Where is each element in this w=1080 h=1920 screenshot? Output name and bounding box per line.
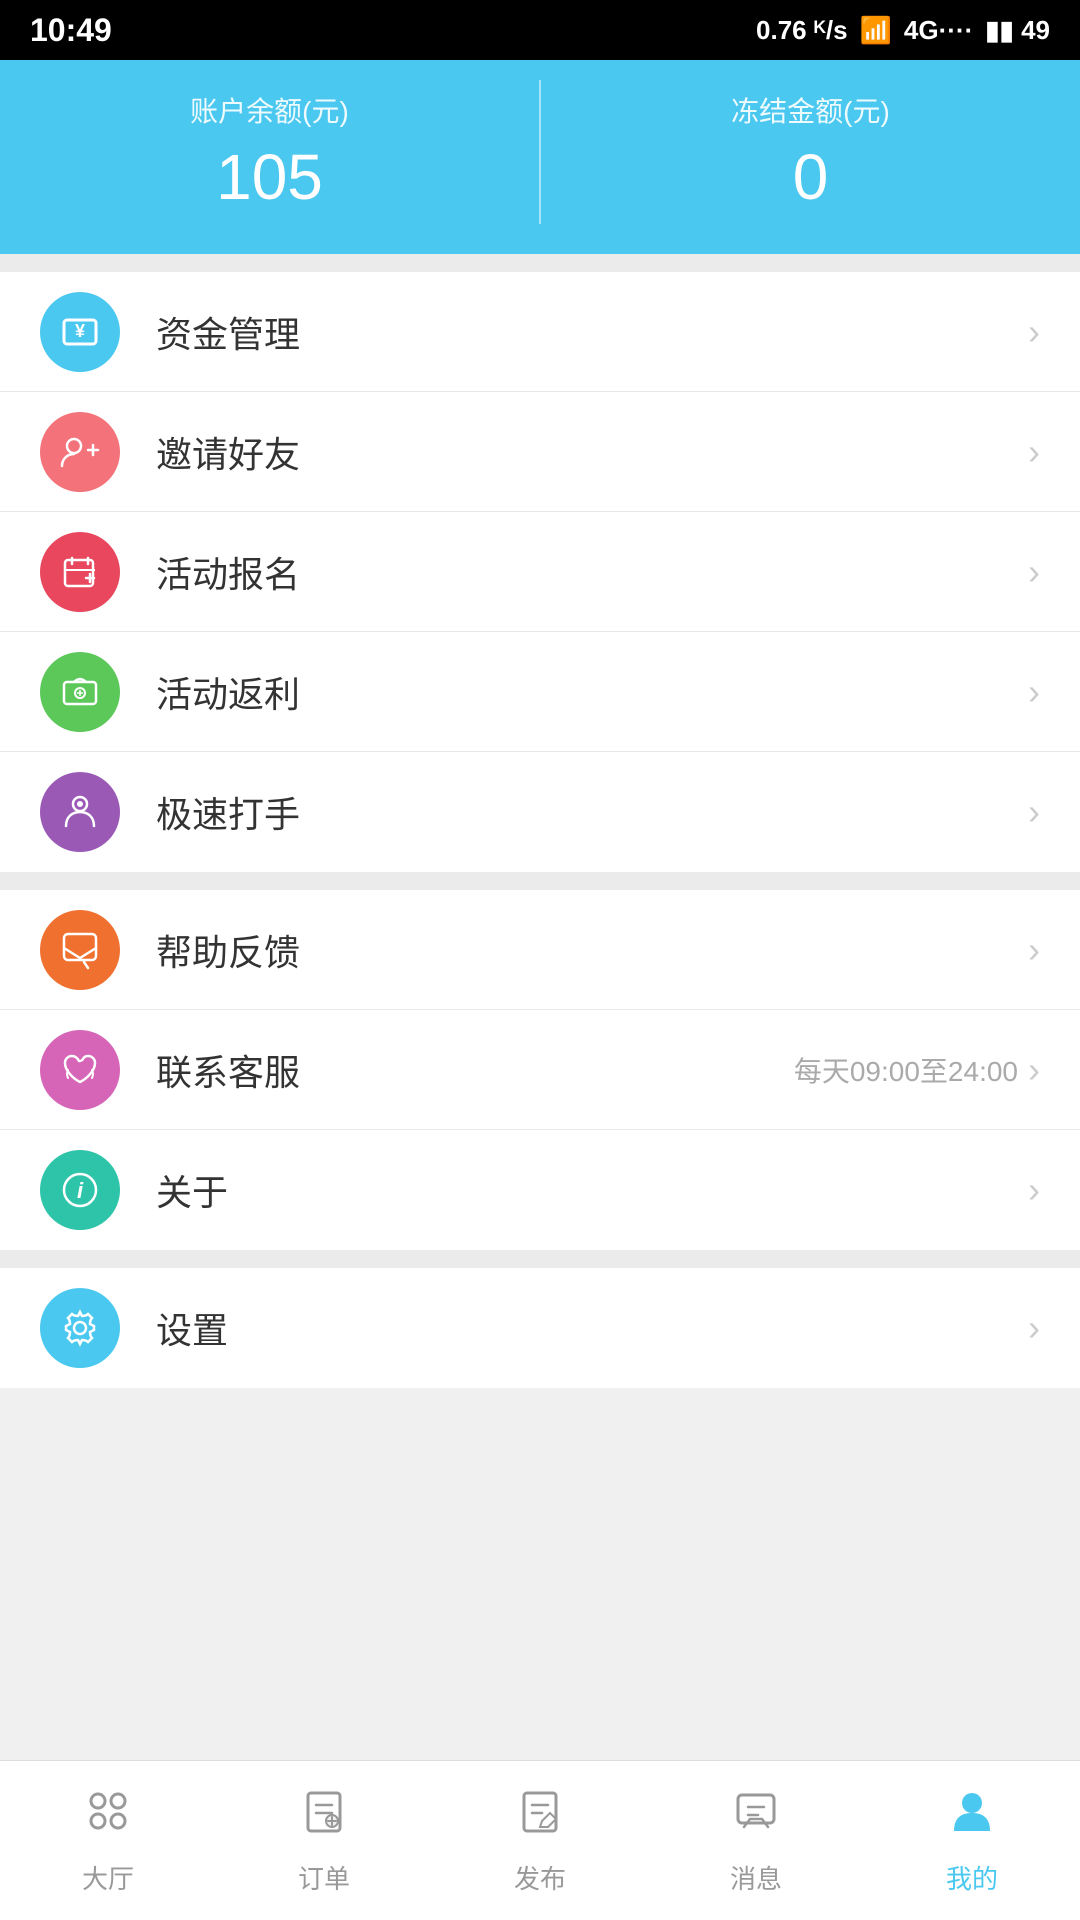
fund-icon: ¥ [40, 292, 120, 372]
messages-label: 消息 [730, 1859, 782, 1896]
balance-header: 账户余额(元) 105 冻结金额(元) 0 [0, 60, 1080, 254]
battery-icon: ▮▮ 49 [985, 15, 1050, 46]
invite-chevron: › [1028, 431, 1040, 473]
frozen-label: 冻结金额(元) [541, 90, 1080, 130]
menu-item-contact[interactable]: 联系客服 每天09:00至24:00 › [0, 1010, 1080, 1130]
frozen-amount: 冻结金额(元) 0 [541, 80, 1080, 224]
publish-label: 发布 [514, 1859, 566, 1896]
activity-rebate-icon [40, 652, 120, 732]
contact-label: 联系客服 [156, 1044, 794, 1096]
network-speed: 0.76 ᴷ/s [756, 15, 848, 46]
messages-icon [730, 1785, 782, 1849]
invite-label: 邀请好友 [156, 426, 1028, 478]
mine-label: 我的 [946, 1859, 998, 1896]
svg-text:¥: ¥ [75, 321, 85, 341]
about-chevron: › [1028, 1169, 1040, 1211]
settings-icon [40, 1288, 120, 1368]
nav-item-messages[interactable]: 消息 [648, 1761, 864, 1920]
menu-item-invite[interactable]: 邀请好友 › [0, 392, 1080, 512]
about-icon: i [40, 1150, 120, 1230]
activity-reg-icon [40, 532, 120, 612]
hall-label: 大厅 [82, 1859, 134, 1896]
settings-label: 设置 [156, 1302, 1028, 1354]
orders-label: 订单 [298, 1859, 350, 1896]
contact-icon [40, 1030, 120, 1110]
signal-icon: 4G···· [904, 15, 973, 46]
contact-sub: 每天09:00至24:00 [794, 1050, 1018, 1090]
menu-group-1: ¥ 资金管理 › 邀请好友 › [0, 272, 1080, 872]
frozen-value: 0 [541, 140, 1080, 214]
svg-text:i: i [77, 1178, 84, 1203]
menu-item-settings[interactable]: 设置 › [0, 1268, 1080, 1388]
activity-reg-chevron: › [1028, 551, 1040, 593]
account-balance-value: 105 [0, 140, 539, 214]
nav-item-orders[interactable]: 订单 [216, 1761, 432, 1920]
nav-item-mine[interactable]: 我的 [864, 1761, 1080, 1920]
hall-icon [82, 1785, 134, 1849]
menu-item-about[interactable]: i 关于 › [0, 1130, 1080, 1250]
help-label: 帮助反馈 [156, 924, 1028, 976]
orders-icon [298, 1785, 350, 1849]
wifi-icon: 📶 [860, 15, 892, 46]
status-right: 0.76 ᴷ/s 📶 4G···· ▮▮ 49 [756, 15, 1050, 46]
bottom-nav: 大厅 订单 发布 [0, 1760, 1080, 1920]
help-chevron: › [1028, 929, 1040, 971]
status-bar: 10:49 0.76 ᴷ/s 📶 4G···· ▮▮ 49 [0, 0, 1080, 60]
help-icon [40, 910, 120, 990]
section-divider-1 [0, 254, 1080, 272]
nav-item-hall[interactable]: 大厅 [0, 1761, 216, 1920]
fast-typer-icon [40, 772, 120, 852]
about-label: 关于 [156, 1164, 1028, 1216]
fund-chevron: › [1028, 311, 1040, 353]
menu-group-3: 设置 › [0, 1268, 1080, 1388]
section-divider-2 [0, 872, 1080, 890]
fast-typer-chevron: › [1028, 791, 1040, 833]
nav-item-publish[interactable]: 发布 [432, 1761, 648, 1920]
fund-label: 资金管理 [156, 306, 1028, 358]
menu-item-activity-reg[interactable]: 活动报名 › [0, 512, 1080, 632]
status-time: 10:49 [30, 12, 112, 49]
activity-reg-label: 活动报名 [156, 546, 1028, 598]
fast-typer-label: 极速打手 [156, 786, 1028, 838]
publish-icon [514, 1785, 566, 1849]
menu-item-help[interactable]: 帮助反馈 › [0, 890, 1080, 1010]
activity-rebate-chevron: › [1028, 671, 1040, 713]
menu-item-fund[interactable]: ¥ 资金管理 › [0, 272, 1080, 392]
contact-chevron: › [1028, 1049, 1040, 1091]
account-balance-label: 账户余额(元) [0, 90, 539, 130]
menu-item-activity-rebate[interactable]: 活动返利 › [0, 632, 1080, 752]
account-balance: 账户余额(元) 105 [0, 80, 541, 224]
section-divider-3 [0, 1250, 1080, 1268]
mine-icon [946, 1785, 998, 1849]
menu-group-2: 帮助反馈 › 联系客服 每天09:00至24:00 › i 关于 › [0, 890, 1080, 1250]
menu-item-fast-typer[interactable]: 极速打手 › [0, 752, 1080, 872]
activity-rebate-label: 活动返利 [156, 666, 1028, 718]
settings-chevron: › [1028, 1307, 1040, 1349]
invite-icon [40, 412, 120, 492]
